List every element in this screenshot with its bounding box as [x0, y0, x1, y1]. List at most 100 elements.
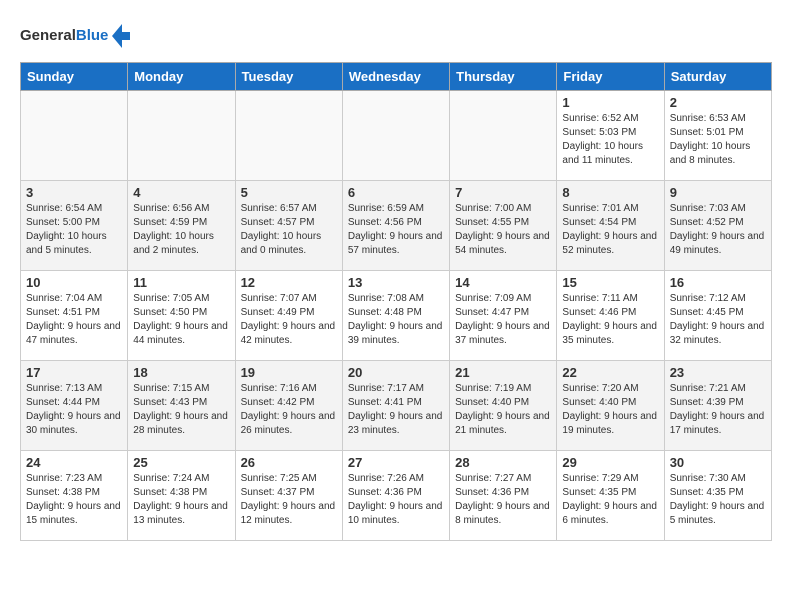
day-number: 21 [455, 365, 551, 380]
day-info: Sunrise: 7:01 AM Sunset: 4:54 PM Dayligh… [562, 202, 658, 258]
day-info: Sunrise: 7:05 AM Sunset: 4:50 PM Dayligh… [133, 292, 229, 348]
calendar-week-row: 3Sunrise: 6:54 AM Sunset: 5:00 PM Daylig… [21, 181, 772, 271]
calendar-cell: 9 Sunrise: 7:03 AM Sunset: 4:52 PM Daylig… [664, 181, 771, 271]
calendar-week-row: 17 Sunrise: 7:13 AM Sunset: 4:44 PM Dayli… [21, 361, 772, 451]
calendar-cell: 3Sunrise: 6:54 AM Sunset: 5:00 PM Daylig… [21, 181, 128, 271]
day-info: Sunrise: 6:53 AM Sunset: 5:01 PM Dayligh… [670, 112, 766, 168]
day-info: Sunrise: 7:13 AM Sunset: 4:44 PM Dayligh… [26, 382, 122, 438]
calendar-cell: 6 Sunrise: 6:59 AM Sunset: 4:56 PM Daylig… [342, 181, 449, 271]
calendar-cell [235, 91, 342, 181]
day-info: Sunrise: 7:12 AM Sunset: 4:45 PM Dayligh… [670, 292, 766, 348]
day-info: Sunrise: 7:27 AM Sunset: 4:36 PM Dayligh… [455, 472, 551, 528]
day-info: Sunrise: 7:08 AM Sunset: 4:48 PM Dayligh… [348, 292, 444, 348]
day-number: 24 [26, 455, 122, 470]
calendar-cell: 20Sunrise: 7:17 AM Sunset: 4:41 PM Dayli… [342, 361, 449, 451]
day-number: 18 [133, 365, 229, 380]
calendar-cell [342, 91, 449, 181]
weekday-header-sunday: Sunday [21, 63, 128, 91]
day-number: 8 [562, 185, 658, 200]
day-number: 15 [562, 275, 658, 290]
calendar-week-row: 10 Sunrise: 7:04 AM Sunset: 4:51 PM Dayli… [21, 271, 772, 361]
day-info: Sunrise: 7:20 AM Sunset: 4:40 PM Dayligh… [562, 382, 658, 438]
day-number: 5 [241, 185, 337, 200]
calendar-cell: 2 Sunrise: 6:53 AM Sunset: 5:01 PM Daylig… [664, 91, 771, 181]
day-info: Sunrise: 7:23 AM Sunset: 4:38 PM Dayligh… [26, 472, 122, 528]
calendar-cell: 10 Sunrise: 7:04 AM Sunset: 4:51 PM Dayli… [21, 271, 128, 361]
calendar-cell: 1 Sunrise: 6:52 AM Sunset: 5:03 PM Daylig… [557, 91, 664, 181]
day-number: 14 [455, 275, 551, 290]
calendar-cell: 4 Sunrise: 6:56 AM Sunset: 4:59 PM Daylig… [128, 181, 235, 271]
logo-chevron-icon [112, 20, 130, 52]
day-number: 26 [241, 455, 337, 470]
calendar-cell: 18 Sunrise: 7:15 AM Sunset: 4:43 PM Dayli… [128, 361, 235, 451]
day-info: Sunrise: 6:56 AM Sunset: 4:59 PM Dayligh… [133, 202, 229, 258]
weekday-header-thursday: Thursday [450, 63, 557, 91]
calendar-week-row: 1 Sunrise: 6:52 AM Sunset: 5:03 PM Daylig… [21, 91, 772, 181]
calendar-cell [450, 91, 557, 181]
weekday-header-friday: Friday [557, 63, 664, 91]
day-number: 10 [26, 275, 122, 290]
day-info: Sunrise: 6:54 AM Sunset: 5:00 PM Dayligh… [26, 202, 122, 258]
calendar-cell: 28 Sunrise: 7:27 AM Sunset: 4:36 PM Dayli… [450, 451, 557, 541]
day-info: Sunrise: 7:30 AM Sunset: 4:35 PM Dayligh… [670, 472, 766, 528]
calendar-cell [21, 91, 128, 181]
calendar-cell: 27Sunrise: 7:26 AM Sunset: 4:36 PM Dayli… [342, 451, 449, 541]
day-info: Sunrise: 7:15 AM Sunset: 4:43 PM Dayligh… [133, 382, 229, 438]
day-number: 1 [562, 95, 658, 110]
logo: GeneralBlue [20, 20, 130, 52]
calendar-cell: 5 Sunrise: 6:57 AM Sunset: 4:57 PM Daylig… [235, 181, 342, 271]
day-number: 12 [241, 275, 337, 290]
day-info: Sunrise: 7:07 AM Sunset: 4:49 PM Dayligh… [241, 292, 337, 348]
day-number: 28 [455, 455, 551, 470]
calendar-cell: 23Sunrise: 7:21 AM Sunset: 4:39 PM Dayli… [664, 361, 771, 451]
day-number: 22 [562, 365, 658, 380]
day-info: Sunrise: 6:52 AM Sunset: 5:03 PM Dayligh… [562, 112, 658, 168]
day-number: 30 [670, 455, 766, 470]
day-number: 2 [670, 95, 766, 110]
calendar-cell: 12 Sunrise: 7:07 AM Sunset: 4:49 PM Dayli… [235, 271, 342, 361]
calendar-cell: 21 Sunrise: 7:19 AM Sunset: 4:40 PM Dayli… [450, 361, 557, 451]
calendar-cell: 17 Sunrise: 7:13 AM Sunset: 4:44 PM Dayli… [21, 361, 128, 451]
day-info: Sunrise: 7:19 AM Sunset: 4:40 PM Dayligh… [455, 382, 551, 438]
day-number: 29 [562, 455, 658, 470]
calendar-cell: 13 Sunrise: 7:08 AM Sunset: 4:48 PM Dayli… [342, 271, 449, 361]
calendar-cell: 25Sunrise: 7:24 AM Sunset: 4:38 PM Dayli… [128, 451, 235, 541]
logo-blue-text: Blue [76, 27, 109, 44]
day-info: Sunrise: 6:59 AM Sunset: 4:56 PM Dayligh… [348, 202, 444, 258]
calendar-cell [128, 91, 235, 181]
day-info: Sunrise: 6:57 AM Sunset: 4:57 PM Dayligh… [241, 202, 337, 258]
calendar-cell: 14Sunrise: 7:09 AM Sunset: 4:47 PM Dayli… [450, 271, 557, 361]
calendar-cell: 8 Sunrise: 7:01 AM Sunset: 4:54 PM Daylig… [557, 181, 664, 271]
logo-general-text: General [20, 27, 76, 44]
calendar-cell: 30 Sunrise: 7:30 AM Sunset: 4:35 PM Dayli… [664, 451, 771, 541]
day-number: 13 [348, 275, 444, 290]
day-info: Sunrise: 7:00 AM Sunset: 4:55 PM Dayligh… [455, 202, 551, 258]
calendar-cell: 29 Sunrise: 7:29 AM Sunset: 4:35 PM Dayli… [557, 451, 664, 541]
calendar-cell: 11 Sunrise: 7:05 AM Sunset: 4:50 PM Dayli… [128, 271, 235, 361]
day-info: Sunrise: 7:21 AM Sunset: 4:39 PM Dayligh… [670, 382, 766, 438]
calendar-cell: 19 Sunrise: 7:16 AM Sunset: 4:42 PM Dayli… [235, 361, 342, 451]
weekday-header-wednesday: Wednesday [342, 63, 449, 91]
day-number: 4 [133, 185, 229, 200]
day-number: 16 [670, 275, 766, 290]
day-number: 25 [133, 455, 229, 470]
day-info: Sunrise: 7:29 AM Sunset: 4:35 PM Dayligh… [562, 472, 658, 528]
calendar-cell: 22 Sunrise: 7:20 AM Sunset: 4:40 PM Dayli… [557, 361, 664, 451]
calendar-cell: 24 Sunrise: 7:23 AM Sunset: 4:38 PM Dayli… [21, 451, 128, 541]
weekday-header-row: SundayMondayTuesdayWednesdayThursdayFrid… [21, 63, 772, 91]
day-number: 20 [348, 365, 444, 380]
day-number: 11 [133, 275, 229, 290]
day-number: 9 [670, 185, 766, 200]
calendar-cell: 26 Sunrise: 7:25 AM Sunset: 4:37 PM Dayli… [235, 451, 342, 541]
day-info: Sunrise: 7:16 AM Sunset: 4:42 PM Dayligh… [241, 382, 337, 438]
page-header: GeneralBlue [20, 20, 772, 52]
calendar-cell: 16 Sunrise: 7:12 AM Sunset: 4:45 PM Dayli… [664, 271, 771, 361]
calendar-cell: 7Sunrise: 7:00 AM Sunset: 4:55 PM Daylig… [450, 181, 557, 271]
day-info: Sunrise: 7:04 AM Sunset: 4:51 PM Dayligh… [26, 292, 122, 348]
day-info: Sunrise: 7:25 AM Sunset: 4:37 PM Dayligh… [241, 472, 337, 528]
day-number: 6 [348, 185, 444, 200]
day-number: 19 [241, 365, 337, 380]
day-info: Sunrise: 7:11 AM Sunset: 4:46 PM Dayligh… [562, 292, 658, 348]
day-number: 17 [26, 365, 122, 380]
day-info: Sunrise: 7:03 AM Sunset: 4:52 PM Dayligh… [670, 202, 766, 258]
